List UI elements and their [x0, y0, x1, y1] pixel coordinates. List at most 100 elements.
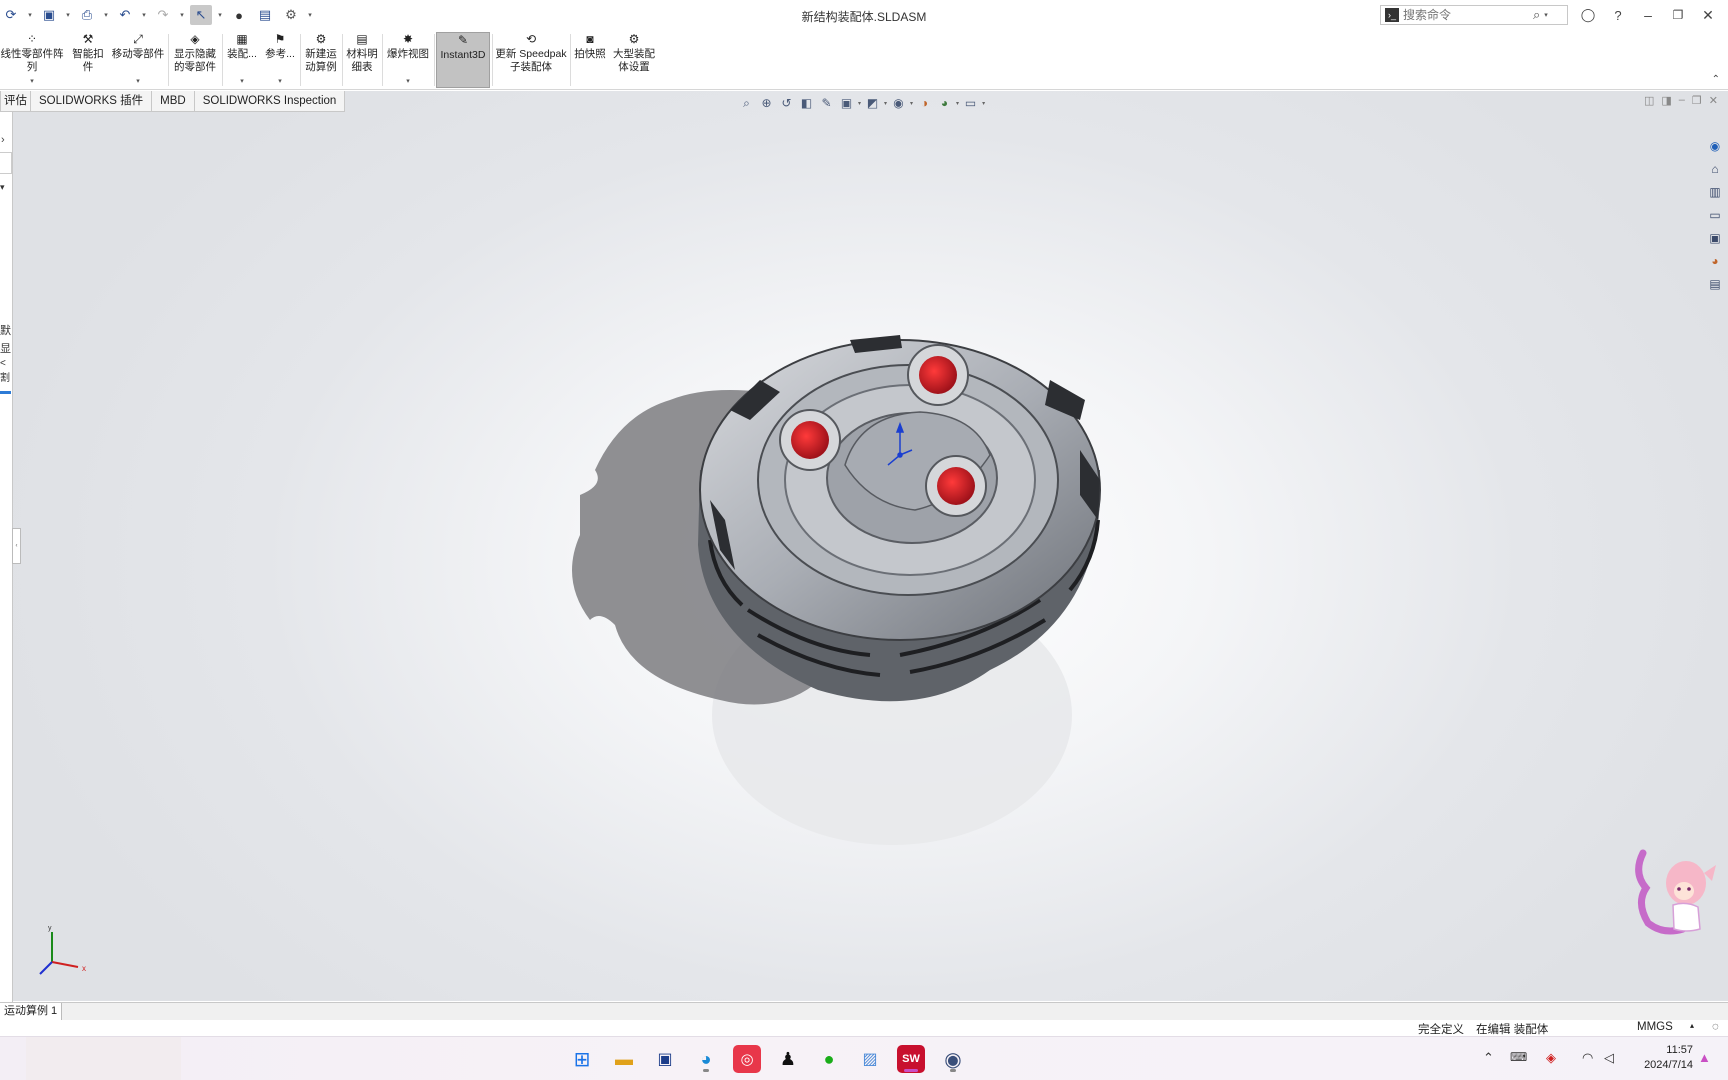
chevron-down-icon[interactable]: ▾ — [910, 100, 913, 107]
view-palette-icon[interactable]: ▣ — [1705, 228, 1725, 247]
units-dropdown-icon[interactable]: ▴ — [1690, 1021, 1694, 1030]
tab-solidworks-inspection[interactable]: SOLIDWORKS Inspection — [193, 91, 346, 112]
qq-icon[interactable]: ♟ — [774, 1045, 802, 1073]
appearances-icon[interactable]: ◕ — [1705, 251, 1725, 270]
expand-panel-icon[interactable]: › — [1, 134, 5, 146]
zoom-to-fit-icon[interactable]: ⌕ — [738, 96, 755, 111]
system-clock[interactable]: 11:57 2024/7/14 — [1633, 1043, 1693, 1073]
app-globe-icon[interactable]: ◉ — [939, 1045, 967, 1073]
chevron-down-icon[interactable]: ▾ — [136, 78, 140, 86]
reference-geometry-button[interactable]: ⚑ 参考... ▾ — [262, 32, 298, 88]
chevron-down-icon[interactable]: ▾ — [406, 78, 410, 86]
edit-appearance-icon[interactable]: ◑ — [916, 96, 933, 110]
rollback-bar[interactable] — [0, 391, 11, 394]
chevron-down-icon[interactable]: ▾ — [278, 78, 282, 86]
linear-pattern-button[interactable]: ⁘ 线性零部件阵列 ▾ — [0, 32, 64, 88]
hide-show-items-icon[interactable]: ◉ — [890, 96, 907, 110]
tab-mbd[interactable]: MBD — [151, 91, 195, 112]
volume-icon[interactable]: ◁ — [1604, 1050, 1614, 1066]
tab-solidworks-addins[interactable]: SOLIDWORKS 插件 — [30, 91, 153, 112]
tray-app-icon[interactable]: ◈ — [1546, 1050, 1556, 1066]
file-explorer-icon[interactable]: ▭ — [1705, 205, 1725, 224]
home-icon[interactable]: ⌂ — [1705, 159, 1725, 178]
panel-tab-slot[interactable] — [0, 152, 12, 174]
options-gear-icon[interactable]: ⚙ — [280, 5, 302, 25]
smart-fastener-button[interactable]: ⚒ 智能扣 件 — [68, 32, 108, 88]
undo-icon[interactable]: ↶ — [114, 5, 136, 25]
viewport-close-icon[interactable]: ✕ — [1709, 94, 1718, 107]
restore-button[interactable]: ❐ — [1666, 5, 1690, 25]
minimize-button[interactable]: – — [1636, 5, 1660, 25]
collapse-ribbon-icon[interactable]: ⌃ — [1712, 74, 1720, 85]
filter-dropdown-icon[interactable]: ▾ — [0, 182, 5, 193]
desktop-pet-mascot[interactable] — [1628, 843, 1720, 939]
chevron-down-icon[interactable]: ▾ — [30, 78, 34, 86]
search-icon[interactable]: ⌕ — [1533, 7, 1540, 23]
new-motion-study-button[interactable]: ⚙ 新建运 动算例 — [302, 32, 340, 88]
exploded-view-button[interactable]: ✸ 爆炸视图 ▾ — [384, 32, 432, 88]
undo-dropdown-icon[interactable]: ▾ — [140, 11, 148, 19]
print-icon[interactable]: ⎙ — [76, 5, 98, 25]
taskbar-widget-area[interactable] — [26, 1037, 181, 1080]
take-snapshot-button[interactable]: ◙ 拍快照 — [572, 32, 608, 88]
chevron-down-icon[interactable]: ▾ — [982, 100, 985, 107]
help-icon[interactable]: ? — [1606, 5, 1630, 25]
command-search-input[interactable] — [1403, 8, 1527, 22]
split-view-icon[interactable]: ◫ — [1644, 94, 1654, 107]
redo-dropdown-icon[interactable]: ▾ — [178, 11, 186, 19]
units-selector[interactable]: MMGS — [1637, 1021, 1673, 1033]
section-view-icon[interactable]: ◧ — [798, 96, 815, 110]
command-search-box[interactable]: ›_ ⌕ ▾ — [1380, 5, 1568, 25]
update-speedpak-button[interactable]: ⟲ 更新 Speedpak 子装配体 — [494, 32, 568, 88]
show-hidden-components-button[interactable]: ◈ 显示隐藏 的零部件 — [170, 32, 220, 88]
wechat-icon[interactable]: ● — [815, 1045, 843, 1073]
microsoft-store-icon[interactable]: ▣ — [651, 1045, 679, 1073]
viewport-minimize-icon[interactable]: – — [1679, 94, 1685, 107]
tab-evaluate[interactable]: 评估 — [0, 91, 31, 112]
file-properties-icon[interactable]: ▤ — [254, 5, 276, 25]
edge-browser-icon[interactable]: ◕ — [692, 1045, 720, 1073]
wifi-icon[interactable]: ◠ — [1582, 1050, 1593, 1066]
apply-scene-icon[interactable]: ◕ — [936, 96, 953, 110]
beyblade-assembly-model[interactable] — [520, 320, 1120, 880]
custom-properties-icon[interactable]: ▤ — [1705, 274, 1725, 293]
search-dropdown-icon[interactable]: ▾ — [1544, 11, 1548, 19]
save-dropdown-icon[interactable]: ▾ — [64, 11, 72, 19]
viewport-restore-icon[interactable]: ❐ — [1692, 94, 1702, 107]
instant3d-button[interactable]: ✎ Instant3D — [436, 32, 490, 88]
select-cursor-icon[interactable]: ↖ — [190, 5, 212, 25]
netease-music-icon[interactable]: ◎ — [733, 1045, 761, 1073]
image-viewer-icon[interactable]: ▨ — [856, 1045, 884, 1073]
open-icon[interactable]: ⟳ — [0, 5, 22, 25]
rebuild-icon[interactable]: ● — [228, 5, 250, 25]
tile-view-icon[interactable]: ◨ — [1661, 94, 1671, 107]
options-dropdown-icon[interactable]: ▾ — [306, 11, 314, 19]
close-button[interactable]: ✕ — [1696, 5, 1720, 25]
chevron-down-icon[interactable]: ▾ — [956, 100, 959, 107]
bill-of-materials-button[interactable]: ▤ 材料明 细表 — [344, 32, 380, 88]
display-style-icon[interactable]: ◩ — [864, 96, 881, 110]
solidworks-resources-icon[interactable]: ◉ — [1705, 136, 1725, 155]
chevron-down-icon[interactable]: ▾ — [858, 100, 861, 107]
print-dropdown-icon[interactable]: ▾ — [102, 11, 110, 19]
user-account-icon[interactable]: ◯ — [1576, 5, 1600, 25]
previous-view-icon[interactable]: ↺ — [778, 96, 795, 110]
solidworks-taskbar-icon[interactable]: SW — [897, 1045, 925, 1073]
file-explorer-icon[interactable]: ▬ — [610, 1045, 638, 1073]
open-dropdown-icon[interactable]: ▾ — [26, 11, 34, 19]
chevron-down-icon[interactable]: ▾ — [884, 100, 887, 107]
ime-indicator-icon[interactable]: ⌨ — [1510, 1050, 1527, 1064]
notification-bell-icon[interactable]: ▲ — [1698, 1050, 1711, 1065]
move-component-button[interactable]: ⤢ 移动零部件 ▾ — [110, 32, 166, 88]
design-library-icon[interactable]: ▥ — [1705, 182, 1725, 201]
view-orientation-icon[interactable]: ▣ — [838, 96, 855, 110]
assembly-features-button[interactable]: ▦ 装配... ▾ — [224, 32, 260, 88]
status-bubble-icon[interactable]: ◌ — [1712, 1021, 1719, 1033]
panel-resize-handle[interactable]: ‹ — [12, 528, 21, 564]
zoom-to-area-icon[interactable]: ⊕ — [758, 96, 775, 110]
motion-study-tab[interactable]: 运动算例 1 — [0, 1003, 63, 1020]
tray-overflow-icon[interactable]: ⌃ — [1483, 1050, 1494, 1066]
dynamic-annotation-icon[interactable]: ✎ — [818, 96, 835, 110]
chevron-down-icon[interactable]: ▾ — [240, 78, 244, 86]
start-menu-icon[interactable]: ⊞ — [568, 1045, 596, 1073]
